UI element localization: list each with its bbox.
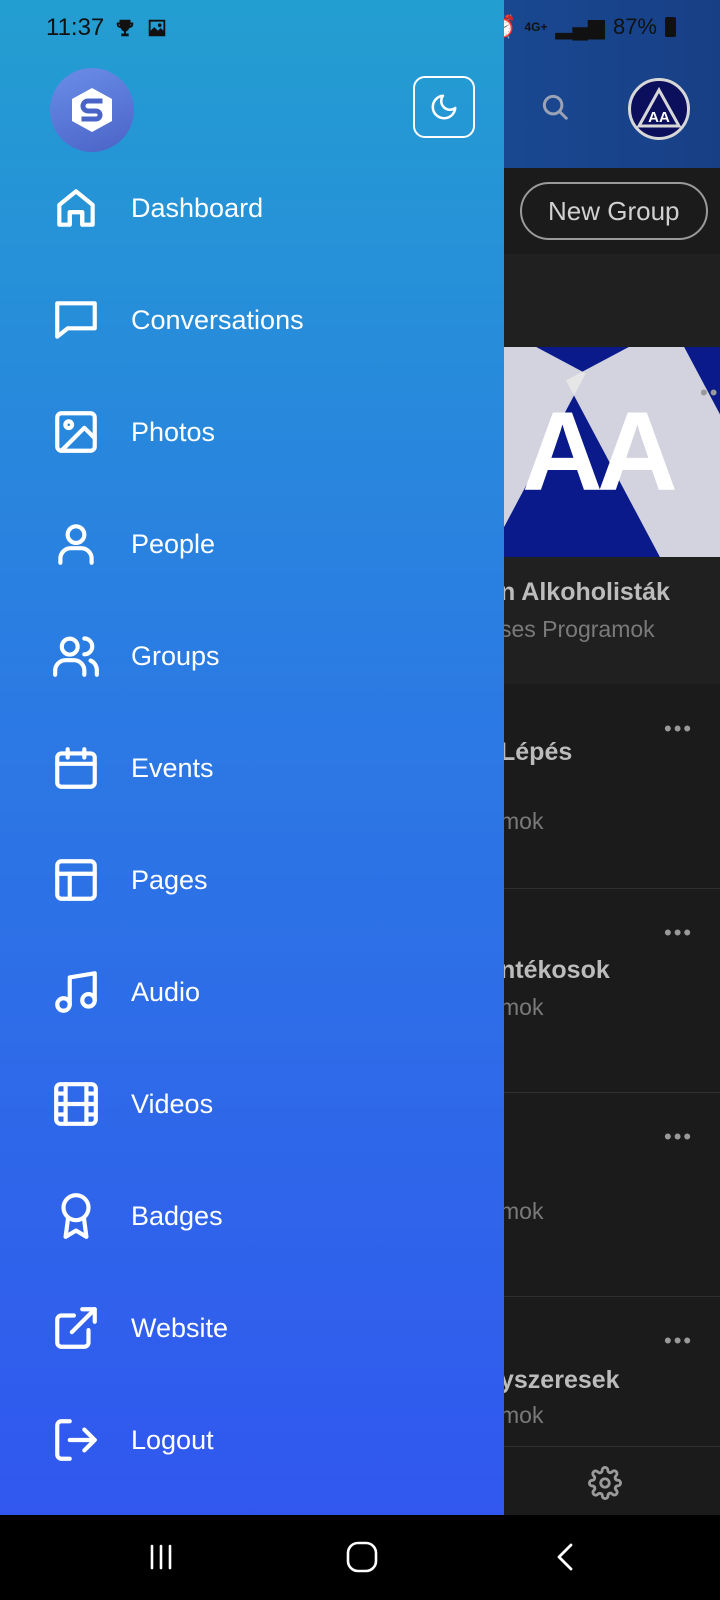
menu-label: Photos xyxy=(131,416,216,447)
group-title[interactable]: ntékosok xyxy=(500,956,610,985)
more-options-icon[interactable]: ••• xyxy=(664,716,693,742)
menu-item-videos[interactable]: Videos xyxy=(0,1048,504,1160)
divider xyxy=(500,1092,720,1093)
system-nav-bar xyxy=(0,1515,720,1600)
menu-item-logout[interactable]: Logout xyxy=(0,1384,504,1496)
menu-label: Dashboard xyxy=(131,192,264,223)
menu-label: Groups xyxy=(131,640,220,671)
menu-item-dashboard[interactable]: Dashboard xyxy=(0,152,504,264)
more-options-icon[interactable]: ••• xyxy=(664,1328,693,1354)
status-time: 11:37 xyxy=(46,14,105,41)
drawer-menu: Dashboard Conversations Photos People Gr… xyxy=(0,152,504,1496)
status-bar-right: ⏰ 4G+ ▂▄▆ 87% xyxy=(489,14,676,40)
user-icon xyxy=(50,518,102,570)
logout-icon xyxy=(50,1414,102,1466)
network-label: 4G+ xyxy=(524,20,548,34)
status-bar-left: 11:37 xyxy=(46,14,168,42)
menu-label: Pages xyxy=(131,864,208,895)
trophy-icon xyxy=(117,19,134,37)
menu-label: Audio xyxy=(131,976,201,1007)
menu-label: Logout xyxy=(131,1424,214,1455)
back-button[interactable] xyxy=(546,1539,586,1575)
card-image-text: AA xyxy=(522,389,678,514)
recent-apps-button[interactable] xyxy=(141,1539,181,1575)
menu-item-people[interactable]: People xyxy=(0,488,504,600)
menu-item-audio[interactable]: Audio xyxy=(0,936,504,1048)
gear-icon[interactable] xyxy=(588,1466,622,1500)
battery-label: 87% xyxy=(612,14,657,39)
calendar-icon xyxy=(50,742,102,794)
menu-item-events[interactable]: Events xyxy=(0,712,504,824)
group-title[interactable]: yszeresek xyxy=(500,1366,620,1395)
layout-icon xyxy=(50,854,102,906)
back-icon xyxy=(557,1543,573,1571)
moon-icon xyxy=(431,94,457,120)
group-subtitle: ses Programok xyxy=(500,616,655,642)
message-icon xyxy=(50,294,102,346)
users-icon xyxy=(50,630,102,682)
avatar[interactable]: AA xyxy=(628,78,690,140)
recent-apps-icon xyxy=(150,1544,172,1570)
menu-label: Badges xyxy=(131,1200,223,1231)
signal-icon: ▂▄▆ xyxy=(555,14,605,39)
dark-mode-toggle[interactable] xyxy=(413,76,475,138)
group-subtitle: mok xyxy=(500,808,544,834)
more-options-icon[interactable]: ••• xyxy=(664,1124,693,1150)
home-circle-icon xyxy=(346,1541,378,1573)
group-title[interactable]: n Alkoholisták xyxy=(500,578,670,607)
film-icon xyxy=(50,1078,102,1130)
group-subtitle: mok xyxy=(500,994,544,1020)
app-logo[interactable] xyxy=(50,68,134,152)
image-icon xyxy=(50,406,102,458)
group-subtitle: mok xyxy=(500,1402,544,1428)
svg-text:AA: AA xyxy=(648,109,670,126)
award-icon xyxy=(50,1190,102,1242)
battery-icon xyxy=(665,17,676,37)
menu-label: Events xyxy=(131,752,214,783)
menu-item-photos[interactable]: Photos xyxy=(0,376,504,488)
menu-item-website[interactable]: Website xyxy=(0,1272,504,1384)
divider xyxy=(500,888,720,889)
menu-label: People xyxy=(131,528,216,559)
gallery-icon xyxy=(149,19,166,37)
more-options-icon[interactable]: ••• xyxy=(700,380,720,406)
external-link-icon xyxy=(50,1302,102,1354)
search-icon[interactable] xyxy=(540,92,570,122)
logo-icon xyxy=(72,88,112,132)
navigation-drawer: 11:37 Dashboard Conversations Photos Peo… xyxy=(0,0,504,1515)
menu-item-pages[interactable]: Pages xyxy=(0,824,504,936)
menu-item-conversations[interactable]: Conversations xyxy=(0,264,504,376)
menu-label: Website xyxy=(131,1312,229,1343)
menu-item-badges[interactable]: Badges xyxy=(0,1160,504,1272)
menu-label: Videos xyxy=(131,1088,214,1119)
divider xyxy=(500,1296,720,1297)
group-card-image[interactable]: AA xyxy=(500,347,720,557)
music-icon xyxy=(50,966,102,1018)
home-button[interactable] xyxy=(342,1539,382,1575)
new-group-button[interactable]: New Group xyxy=(520,182,708,240)
menu-item-groups[interactable]: Groups xyxy=(0,600,504,712)
menu-label: Conversations xyxy=(131,304,304,335)
group-title[interactable]: Lépés xyxy=(500,738,572,767)
home-icon xyxy=(50,182,102,234)
divider xyxy=(500,1446,720,1447)
more-options-icon[interactable]: ••• xyxy=(664,920,693,946)
group-subtitle: mok xyxy=(500,1198,544,1224)
